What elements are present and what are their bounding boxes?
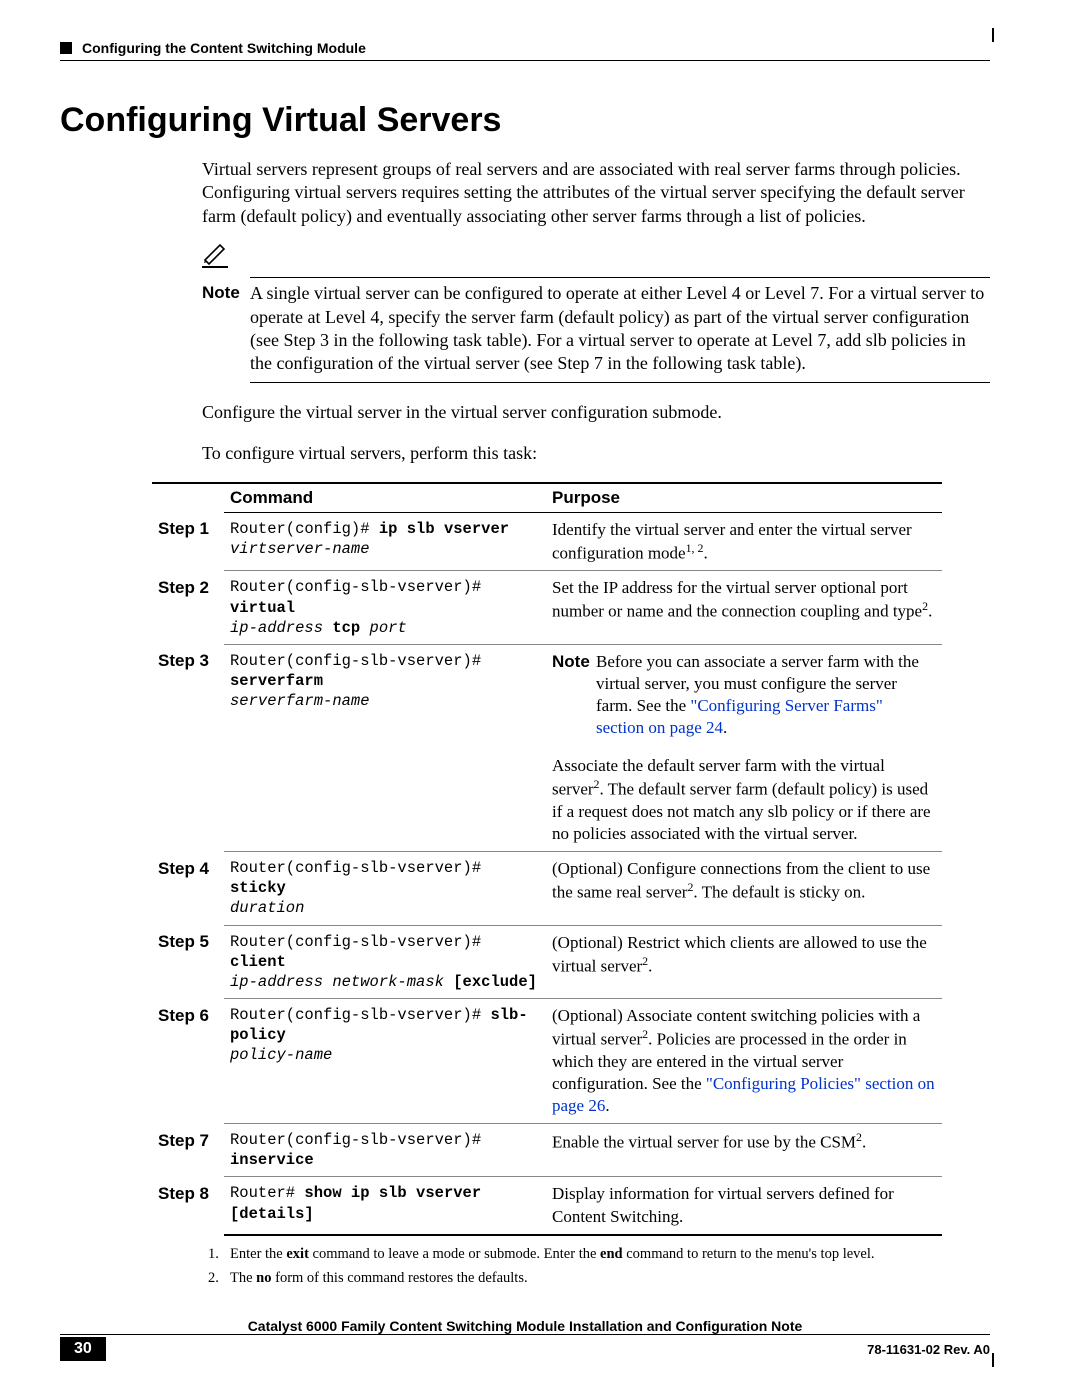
step-label: Step 2 [152, 571, 224, 644]
table-row: Step 7 Router(config-slb-vserver)# inser… [152, 1124, 942, 1177]
step-label: Step 7 [152, 1124, 224, 1177]
table-row: Step 5 Router(config-slb-vserver)# clien… [152, 925, 942, 998]
footer-rule [60, 1334, 990, 1335]
table-head-command: Command [224, 483, 546, 513]
purpose-cell: Set the IP address for the virtual serve… [546, 571, 942, 644]
step-label: Step 1 [152, 512, 224, 571]
table-row: Step 4 Router(config-slb-vserver)# stick… [152, 852, 942, 925]
table-row: Step 8 Router# show ip slb vserver [deta… [152, 1177, 942, 1235]
footnote-1: 1. Enter the exit command to leave a mod… [208, 1244, 990, 1264]
crop-mark [992, 28, 994, 42]
doc-id: 78-11631-02 Rev. A0 [867, 1342, 990, 1357]
page: Configuring the Content Switching Module… [0, 0, 1080, 1397]
command-cell: Router(config-slb-vserver)# serverfarm s… [224, 644, 546, 851]
inline-note-label: Note [552, 651, 596, 739]
step-label: Step 6 [152, 999, 224, 1124]
pretable-line-1: Configure the virtual server in the virt… [202, 401, 990, 424]
step-label: Step 3 [152, 644, 224, 851]
inline-note-body: Before you can associate a server farm w… [596, 651, 932, 739]
pretable-line-2: To configure virtual servers, perform th… [202, 442, 990, 465]
purpose-cell: Enable the virtual server for use by the… [546, 1124, 942, 1177]
table-row: Step 6 Router(config-slb-vserver)# slb-p… [152, 999, 942, 1124]
table-head-purpose: Purpose [546, 483, 942, 513]
purpose-cell: Identify the virtual server and enter th… [546, 512, 942, 571]
purpose-cell: (Optional) Associate content switching p… [546, 999, 942, 1124]
task-table: Command Purpose Step 1 Router(config)# i… [152, 482, 942, 1236]
command-cell: Router(config-slb-vserver)# slb-policy p… [224, 999, 546, 1124]
note-block: Note A single virtual server can be conf… [60, 244, 990, 383]
purpose-cell: (Optional) Restrict which clients are al… [546, 925, 942, 998]
running-header: Configuring the Content Switching Module [60, 40, 990, 56]
page-number: 30 [60, 1337, 106, 1361]
step-label: Step 4 [152, 852, 224, 925]
command-cell: Router(config-slb-vserver)# client ip-ad… [224, 925, 546, 998]
page-footer: Catalyst 6000 Family Content Switching M… [60, 1329, 990, 1361]
purpose-cell: Display information for virtual servers … [546, 1177, 942, 1235]
note-bottom-rule [250, 382, 990, 383]
step-label: Step 5 [152, 925, 224, 998]
table-row: Step 2 Router(config-slb-vserver)# virtu… [152, 571, 942, 644]
header-square-icon [60, 42, 72, 54]
note-text: A single virtual server can be configure… [250, 282, 990, 376]
table-row: Step 3 Router(config-slb-vserver)# serve… [152, 644, 942, 851]
command-cell: Router(config)# ip slb vserver virtserve… [224, 512, 546, 571]
note-pencil-icon [202, 244, 228, 268]
command-cell: Router(config-slb-vserver)# virtual ip-a… [224, 571, 546, 644]
purpose-cell: Note Before you can associate a server f… [546, 644, 942, 851]
header-rule [60, 60, 990, 61]
page-title: Configuring Virtual Servers [60, 101, 990, 140]
table-row: Step 1 Router(config)# ip slb vserver vi… [152, 512, 942, 571]
note-label: Note [202, 282, 250, 303]
footer-doc-title: Catalyst 6000 Family Content Switching M… [242, 1318, 809, 1334]
command-cell: Router(config-slb-vserver)# inservice [224, 1124, 546, 1177]
step-label: Step 8 [152, 1177, 224, 1235]
footnotes: 1. Enter the exit command to leave a mod… [208, 1244, 990, 1289]
crop-mark [992, 1353, 994, 1367]
command-cell: Router(config-slb-vserver)# sticky durat… [224, 852, 546, 925]
purpose-cell: (Optional) Configure connections from th… [546, 852, 942, 925]
header-section-title: Configuring the Content Switching Module [82, 40, 366, 56]
command-cell: Router# show ip slb vserver [details] [224, 1177, 546, 1235]
footnote-2: 2. The no form of this command restores … [208, 1268, 990, 1288]
intro-paragraph: Virtual servers represent groups of real… [202, 158, 990, 228]
